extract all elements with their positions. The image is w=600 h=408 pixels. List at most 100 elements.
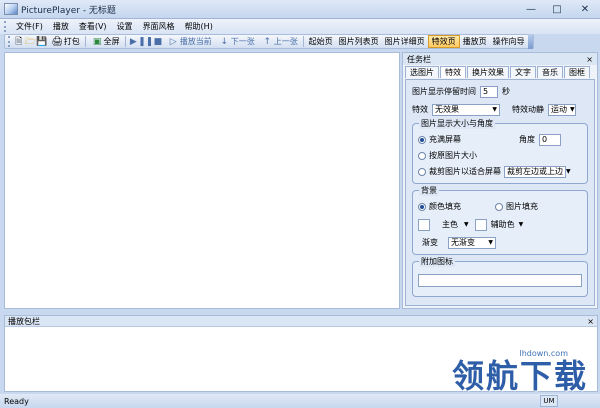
original-size-row: 按原图片大小 [418, 148, 582, 163]
play-current-button[interactable]: ▷ 播放当前 [164, 35, 215, 48]
new-file-icon[interactable]: 🗎 [13, 36, 25, 48]
playlist-pane-title: 播放包栏 [8, 316, 40, 326]
fill-screen-row: 充满屏幕 角度 0 [418, 132, 582, 147]
chevron-down-icon: ▼ [566, 168, 571, 175]
crop-label: 裁剪图片以适合屏幕 [429, 167, 501, 176]
minimize-icon[interactable]: — [518, 0, 544, 18]
extra-icon-group-title: 附加图标 [419, 256, 455, 267]
window-title: PicturePlayer - 无标题 [21, 5, 116, 16]
angle-input[interactable]: 0 [539, 133, 561, 146]
angle-label: 角度 [519, 135, 535, 144]
close-icon[interactable]: ✕ [570, 0, 600, 18]
task-pane-title: 任务栏 [407, 54, 431, 64]
save-icon[interactable]: 💾 [36, 36, 48, 48]
menu-settings[interactable]: 设置 [112, 19, 138, 34]
menu-bar: 文件(F) 播放 查看(V) 设置 界面风格 帮助(H) [0, 19, 600, 34]
app-icon [4, 3, 18, 15]
play-current-icon: ▷ [169, 36, 177, 47]
open-folder-icon[interactable]: 🗁 [25, 36, 37, 48]
task-pane-header: 任务栏 × [403, 53, 597, 65]
main-color-label: 主色 [442, 220, 458, 229]
toolbar-separator [124, 36, 126, 47]
background-group-title: 背景 [419, 185, 439, 196]
background-group: 背景 颜色填充 图片填充 主色 ▼ 辅助色 ▼ 渐变 无渐变 ▼ [412, 185, 588, 255]
status-bar: Ready UM [0, 394, 600, 408]
task-pane: 任务栏 × 选图片 特效 换片效果 文字 音乐 图框 图片显示停留时间 5 秒 … [402, 52, 598, 309]
colors-row: 主色 ▼ 辅助色 ▼ [418, 217, 582, 232]
window-controls: — □ ✕ [518, 0, 600, 18]
main-color-swatch[interactable] [418, 218, 430, 231]
play-page-button[interactable]: 播放页 [460, 35, 490, 48]
display-time-input[interactable]: 5 [480, 85, 498, 98]
fill-screen-radio[interactable] [418, 135, 426, 144]
playlist-pane-close-icon[interactable]: × [587, 317, 594, 326]
tab-text[interactable]: 文字 [510, 66, 536, 78]
toolbar-separator [84, 36, 86, 47]
toolbar-separator [302, 36, 304, 47]
crop-radio[interactable] [418, 167, 426, 176]
aux-color-swatch[interactable] [474, 218, 487, 231]
next-button[interactable]: ↓ 下一张 [215, 35, 258, 48]
task-pane-tabs: 选图片 特效 换片效果 文字 音乐 图框 [405, 66, 595, 78]
print-icon: 🖨 [51, 36, 63, 47]
crop-select[interactable]: 裁剪左边或上边 ▼ [504, 165, 571, 178]
effect-page-button[interactable]: 特效页 [427, 35, 460, 48]
menu-view[interactable]: 查看(V) [74, 19, 112, 34]
image-fill-label: 图片填充 [506, 202, 538, 211]
list-page-button[interactable]: 图片列表页 [336, 35, 382, 48]
playlist-pane-header: 播放包栏 × [5, 316, 597, 327]
toolbar-grip[interactable] [8, 36, 11, 47]
gradient-select[interactable]: 无渐变 ▼ [448, 236, 496, 249]
maximize-icon[interactable]: □ [544, 0, 570, 18]
extra-icon-group: 附加图标 [412, 256, 588, 297]
fill-screen-label: 充满屏幕 [429, 135, 461, 144]
tab-frame[interactable]: 图框 [564, 66, 590, 78]
color-fill-radio[interactable] [418, 202, 426, 211]
start-page-button[interactable]: 起始页 [306, 35, 336, 48]
toolbar-overflow-handle[interactable] [527, 34, 533, 49]
wizard-button[interactable]: 操作向导 [490, 35, 528, 48]
fill-type-row: 颜色填充 图片填充 [418, 199, 582, 214]
chevron-down-icon: ▼ [488, 239, 493, 246]
image-fill-radio[interactable] [495, 202, 503, 211]
original-size-radio[interactable] [418, 151, 426, 160]
aux-color-label: 辅助色 [490, 220, 515, 229]
watermark-brand: 领航下载 [451, 357, 588, 395]
fullscreen-icon: ▣ [92, 36, 102, 47]
effect-select[interactable]: 无效果 ▼ [432, 103, 500, 116]
effects-panel: 图片显示停留时间 5 秒 特效 无效果 ▼ 特效动静 运动 ▼ 图片显示大小与角度 … [405, 79, 595, 306]
fullscreen-button[interactable]: ▣ 全屏 [88, 35, 123, 48]
aux-color-dropdown-icon[interactable]: ▼ [519, 221, 524, 228]
preview-canvas[interactable] [4, 52, 400, 309]
tab-select-image[interactable]: 选图片 [405, 66, 439, 78]
arrow-down-icon: ↓ [220, 36, 228, 47]
stop-icon[interactable]: ■ [152, 36, 164, 48]
extra-icon-field[interactable] [418, 274, 582, 287]
tab-music[interactable]: 音乐 [537, 66, 563, 78]
print-button[interactable]: 🖨 打包 [48, 35, 83, 48]
pause-icon[interactable]: ❚❚ [138, 36, 153, 48]
main-toolbar: 🗎 🗁 💾 🖨 打包 ▣ 全屏 ▶ ❚❚ ■ ▷ 播放当前 ↓ 下一张 ↑ 上一张 起始页… [4, 34, 534, 49]
prev-button[interactable]: ↑ 上一张 [258, 35, 301, 48]
tab-effects[interactable]: 特效 [440, 66, 466, 78]
menubar-grip[interactable] [4, 21, 7, 32]
watermark: lhdown.com 领航下载 [452, 349, 588, 394]
motion-select[interactable]: 运动 ▼ [548, 103, 576, 116]
menu-help[interactable]: 帮助(H) [180, 19, 218, 34]
menu-file[interactable]: 文件(F) [11, 19, 48, 34]
size-angle-group-title: 图片显示大小与角度 [419, 118, 495, 129]
menu-play[interactable]: 播放 [48, 19, 74, 34]
title-bar: PicturePlayer - 无标题 — □ ✕ [0, 0, 600, 19]
detail-page-button[interactable]: 图片详细页 [382, 35, 428, 48]
main-color-dropdown-icon[interactable]: ▼ [464, 221, 469, 228]
status-text: Ready [4, 396, 29, 406]
tab-transition[interactable]: 换片效果 [467, 66, 509, 78]
chevron-down-icon: ▼ [570, 106, 575, 113]
display-time-unit: 秒 [502, 87, 510, 96]
menu-skin[interactable]: 界面风格 [138, 19, 180, 34]
color-fill-label: 颜色填充 [429, 202, 461, 211]
display-time-row: 图片显示停留时间 5 秒 [412, 84, 588, 99]
effect-row: 特效 无效果 ▼ 特效动静 运动 ▼ [412, 102, 588, 117]
gradient-row: 渐变 无渐变 ▼ [418, 235, 582, 250]
task-pane-close-icon[interactable]: × [586, 55, 593, 64]
